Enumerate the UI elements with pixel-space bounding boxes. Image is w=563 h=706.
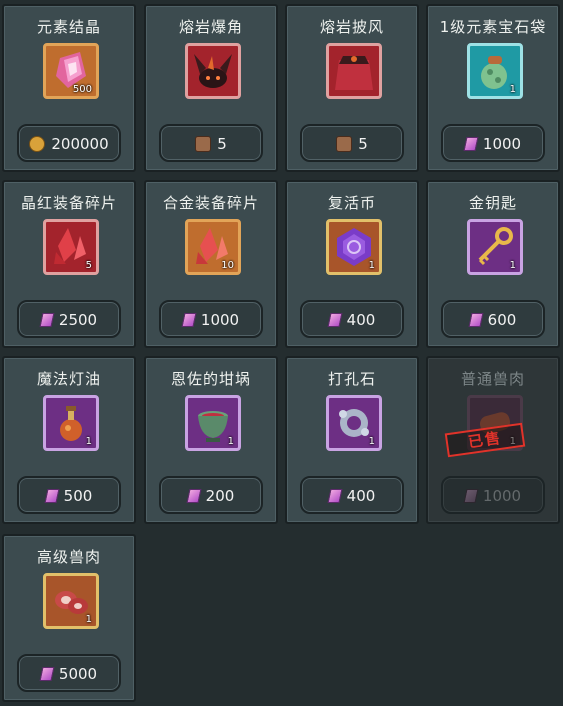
item-price: 1000: [200, 311, 240, 329]
gem-icon: [44, 488, 60, 503]
item-price: 2500: [58, 311, 98, 329]
element-crystal-icon: 500: [43, 43, 99, 99]
gem-icon: [186, 488, 202, 503]
buy-button[interactable]: 200000: [17, 124, 121, 162]
lava-horn-icon: [185, 43, 241, 99]
shop-item-card[interactable]: 元素结晶 500 200000: [2, 4, 136, 172]
item-name: 魔法灯油: [36, 370, 101, 388]
item-quantity: 1: [227, 436, 234, 447]
item-name: 复活币: [327, 194, 376, 212]
shop-item-card[interactable]: 合金装备碎片 10 1000: [144, 180, 278, 348]
buy-button[interactable]: 400: [300, 476, 404, 514]
item-quantity: 1: [85, 614, 92, 625]
gem-bag-icon: 1: [467, 43, 523, 99]
shop-item-card[interactable]: 复活币 1 400: [285, 180, 419, 348]
item-quantity: 1: [85, 436, 92, 447]
premium-meat-icon: 1: [43, 573, 99, 629]
buy-button[interactable]: 2500: [17, 300, 121, 338]
item-quantity: 1: [509, 84, 516, 95]
buy-button[interactable]: 5000: [17, 654, 121, 692]
lava-cape-icon: [326, 43, 382, 99]
shop-item-card[interactable]: 金钥匙 1 600: [426, 180, 560, 348]
item-price: 200: [205, 487, 235, 505]
shop-item-card[interactable]: 晶红装备碎片 5 2500: [2, 180, 136, 348]
item-price: 500: [63, 487, 93, 505]
item-name: 合金装备碎片: [162, 194, 259, 212]
alloy-shard-icon: 10: [185, 219, 241, 275]
gold-key-icon: 1: [467, 219, 523, 275]
buy-button[interactable]: 500: [17, 476, 121, 514]
lamp-oil-icon: 1: [43, 395, 99, 451]
buy-button[interactable]: 5: [159, 124, 263, 162]
gem-icon: [181, 312, 197, 327]
lava-token-icon: [195, 135, 212, 152]
item-name: 元素结晶: [36, 18, 101, 36]
item-name: 1级元素宝石袋: [439, 18, 547, 36]
item-price: 1000: [482, 487, 522, 505]
item-name: 熔岩披风: [319, 18, 384, 36]
crucible-icon: 1: [185, 395, 241, 451]
shop-item-card[interactable]: 高级兽肉 1 5000: [2, 534, 136, 702]
coin-icon: [29, 135, 46, 152]
buy-button[interactable]: 400: [300, 300, 404, 338]
shop-item-card[interactable]: 魔法灯油 1 500: [2, 356, 136, 524]
item-quantity: 5: [85, 260, 92, 271]
item-quantity: 1: [368, 436, 375, 447]
item-name: 恩佐的坩埚: [170, 370, 251, 388]
item-price: 5000: [58, 665, 98, 683]
item-name: 熔岩爆角: [178, 18, 243, 36]
item-name: 晶红装备碎片: [20, 194, 117, 212]
item-price: 400: [346, 311, 376, 329]
shop-item-card[interactable]: 1级元素宝石袋 1 1000: [426, 4, 560, 172]
shop-item-card[interactable]: 熔岩披风 5: [285, 4, 419, 172]
shop-item-card[interactable]: 恩佐的坩埚 1 200: [144, 356, 278, 524]
item-price: 5: [358, 135, 368, 153]
item-name: 高级兽肉: [36, 548, 101, 566]
buy-button[interactable]: 200: [159, 476, 263, 514]
gem-icon: [463, 136, 479, 151]
buy-button[interactable]: 1000: [159, 300, 263, 338]
red-shard-icon: 5: [43, 219, 99, 275]
item-name: 金钥匙: [468, 194, 517, 212]
punch-stone-icon: 1: [326, 395, 382, 451]
item-quantity: 1: [509, 260, 516, 271]
item-quantity: 500: [72, 84, 92, 95]
buy-button[interactable]: 600: [441, 300, 545, 338]
buy-button[interactable]: 5: [300, 124, 404, 162]
item-price: 400: [346, 487, 376, 505]
buy-button[interactable]: 1000: [441, 124, 545, 162]
shop-item-card-sold: 普通兽肉 1 已售 1000: [426, 356, 560, 524]
lava-token-icon: [336, 135, 353, 152]
item-price: 600: [487, 311, 517, 329]
shop-grid: 元素结晶 500 200000 熔岩爆角 5 熔岩披风 5 1级元素宝石袋 1: [0, 0, 563, 706]
item-price: 5: [217, 135, 227, 153]
shop-item-card[interactable]: 打孔石 1 400: [285, 356, 419, 524]
gem-icon: [463, 488, 479, 503]
item-price: 1000: [482, 135, 522, 153]
buy-button-disabled: 1000: [441, 476, 545, 514]
gem-icon: [39, 312, 55, 327]
shop-item-card[interactable]: 熔岩爆角 5: [144, 4, 278, 172]
item-name: 普通兽肉: [460, 370, 525, 388]
gem-icon: [327, 488, 343, 503]
item-quantity: 1: [368, 260, 375, 271]
revive-coin-icon: 1: [326, 219, 382, 275]
item-price: 200000: [51, 135, 109, 153]
item-quantity: 10: [221, 260, 234, 271]
gem-icon: [39, 666, 55, 681]
gem-icon: [327, 312, 343, 327]
sold-stamp: 已售: [444, 422, 526, 458]
item-name: 打孔石: [327, 370, 376, 388]
gem-icon: [468, 312, 484, 327]
